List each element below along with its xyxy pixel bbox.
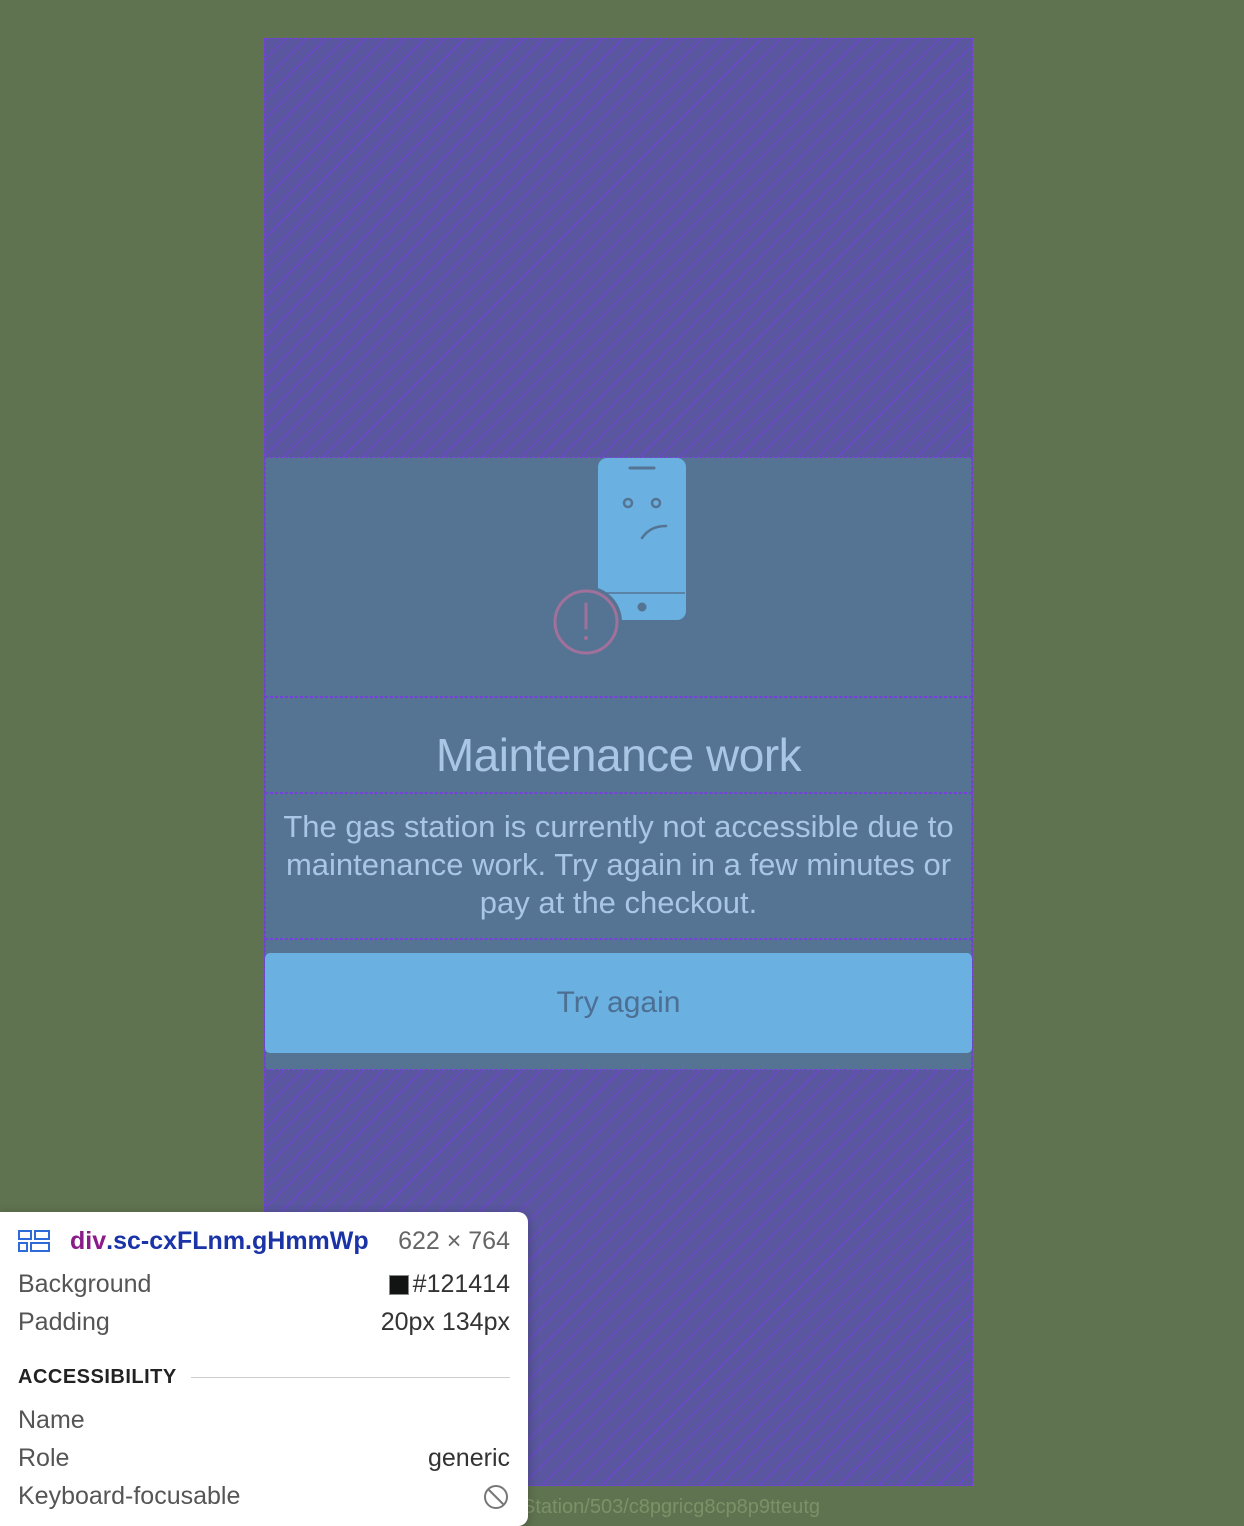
background-label: Background bbox=[18, 1270, 152, 1298]
background-row: Background #121414 bbox=[18, 1270, 510, 1299]
name-label: Name bbox=[18, 1406, 85, 1434]
keyboard-row: Keyboard-focusable bbox=[18, 1482, 510, 1511]
keyboard-label: Keyboard-focusable bbox=[18, 1482, 241, 1510]
section-divider bbox=[190, 1377, 510, 1378]
element-size: 622 × 764 bbox=[398, 1226, 510, 1255]
page-description: The gas station is currently not accessi… bbox=[283, 809, 954, 920]
status-url: Station/503/c8pgricg8cp8p9tteutg bbox=[522, 1496, 820, 1518]
name-row: Name bbox=[18, 1406, 510, 1435]
inspector-header: div .sc-cxFLnm.gHmmWp 622 × 764 bbox=[18, 1226, 510, 1256]
accessibility-label: ACCESSIBILITY bbox=[18, 1366, 177, 1388]
try-again-button[interactable]: Try again bbox=[265, 953, 972, 1053]
padding-row: Padding 20px 134px bbox=[18, 1308, 510, 1337]
sad-phone-icon bbox=[552, 458, 686, 658]
role-label: Role bbox=[18, 1444, 70, 1472]
color-swatch bbox=[388, 1275, 409, 1296]
flex-layout-icon bbox=[18, 1230, 50, 1252]
background-value-wrap: #121414 bbox=[388, 1270, 510, 1299]
role-row: Role generic bbox=[18, 1444, 510, 1473]
background-value: #121414 bbox=[412, 1270, 510, 1298]
illustration-section bbox=[265, 457, 972, 697]
role-value: generic bbox=[428, 1444, 510, 1472]
page-title: Maintenance work bbox=[435, 729, 802, 781]
accessibility-header: ACCESSIBILITY bbox=[18, 1366, 510, 1389]
element-tag: div bbox=[70, 1226, 107, 1255]
viewport: Maintenance work The gas station is curr… bbox=[0, 0, 1244, 1526]
padding-label: Padding bbox=[18, 1308, 110, 1336]
title-section: Maintenance work bbox=[265, 697, 972, 793]
description-section: The gas station is currently not accessi… bbox=[265, 793, 972, 939]
not-allowed-icon bbox=[484, 1484, 508, 1509]
padding-value: 20px 134px bbox=[380, 1308, 510, 1336]
element-class: .sc-cxFLnm.gHmmWp bbox=[106, 1226, 369, 1255]
inspector-tooltip: div .sc-cxFLnm.gHmmWp 622 × 764 Backgroun… bbox=[0, 1212, 528, 1526]
